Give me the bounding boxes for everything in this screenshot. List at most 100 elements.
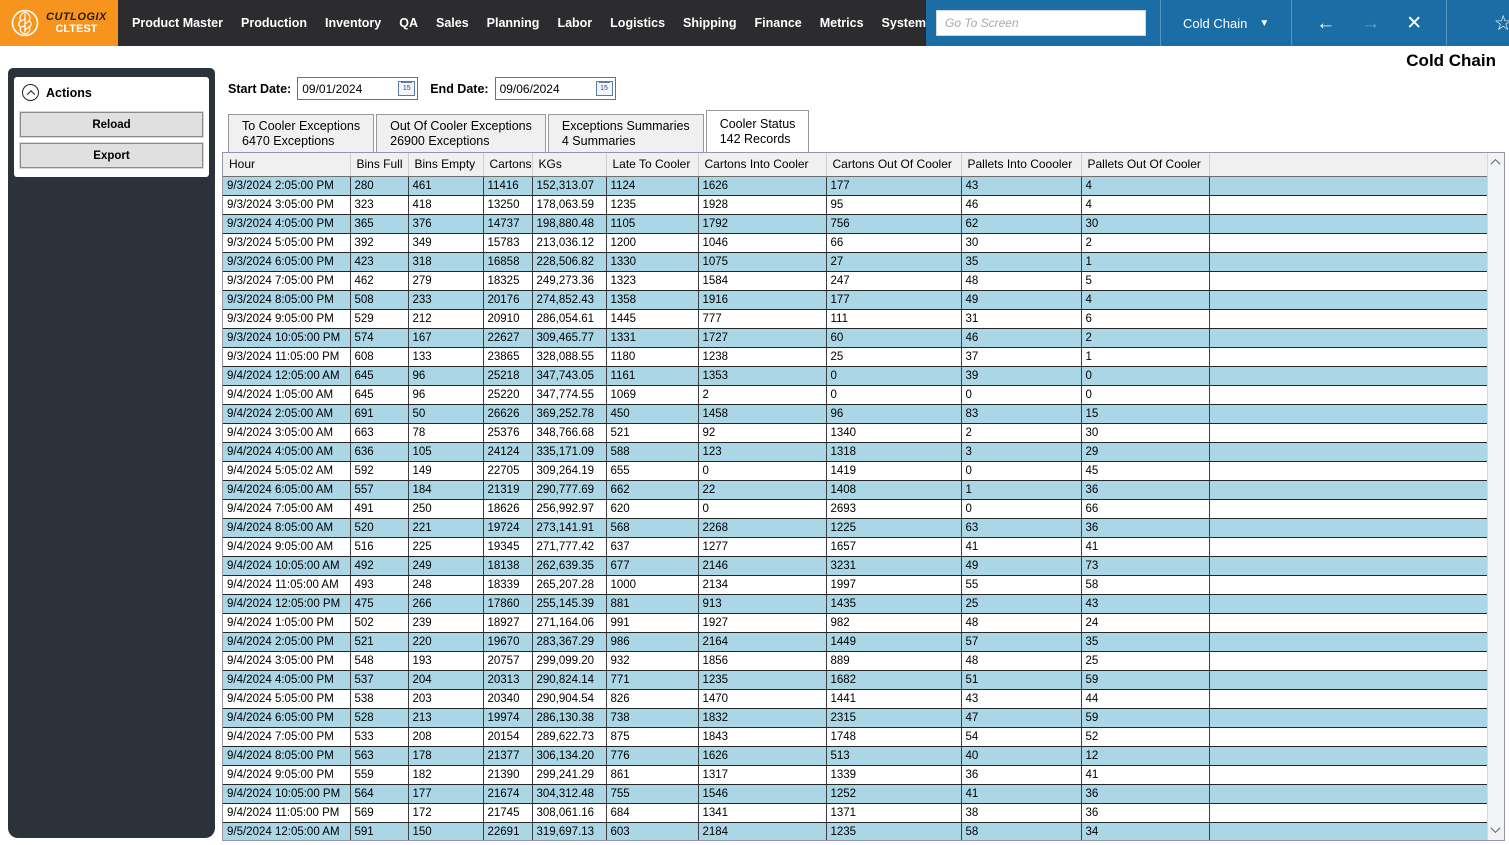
table-row[interactable]: 9/4/2024 12:05:00 PM47526617860255,145.3… [223, 594, 1487, 613]
table-cell: 1928 [698, 195, 826, 214]
table-row[interactable]: 9/3/2024 9:05:00 PM52921220910286,054.61… [223, 309, 1487, 328]
column-header-kgs[interactable]: KGs [532, 153, 606, 176]
table-row[interactable]: 9/4/2024 11:05:00 PM56917221745308,061.1… [223, 803, 1487, 822]
table-row[interactable]: 9/4/2024 2:05:00 AM6915026626369,252.784… [223, 404, 1487, 423]
back-arrow-icon[interactable]: ← [1316, 14, 1335, 33]
table-row[interactable]: 9/4/2024 11:05:00 AM49324818339265,207.2… [223, 575, 1487, 594]
table-row[interactable]: 9/4/2024 7:05:00 PM53320820154289,622.73… [223, 727, 1487, 746]
table-cell: 1 [961, 480, 1081, 499]
table-cell: 991 [606, 613, 698, 632]
tab-exceptions-summaries[interactable]: Exceptions Summaries4 Summaries [548, 114, 704, 152]
column-header-pallets-into-coooler[interactable]: Pallets Into Coooler [961, 153, 1081, 176]
table-row[interactable]: 9/4/2024 10:05:00 AM49224918138262,639.3… [223, 556, 1487, 575]
nav-item-sales[interactable]: Sales [436, 16, 469, 30]
table-row[interactable]: 9/4/2024 1:05:00 PM50223918927271,164.06… [223, 613, 1487, 632]
tab-count: 142 Records [720, 132, 796, 147]
table-cell-filler [1209, 727, 1487, 746]
column-header-pallets-out-of-cooler[interactable]: Pallets Out Of Cooler [1081, 153, 1209, 176]
column-header-late-to-cooler[interactable]: Late To Cooler [606, 153, 698, 176]
goto-screen-input[interactable] [936, 10, 1146, 36]
table-row[interactable]: 9/4/2024 6:05:00 AM55718421319290,777.69… [223, 480, 1487, 499]
tab-to-cooler-exceptions[interactable]: To Cooler Exceptions6470 Exceptions [228, 114, 374, 152]
column-header-cartons-out-of-cooler[interactable]: Cartons Out Of Cooler [826, 153, 961, 176]
table-row[interactable]: 9/3/2024 3:05:00 PM32341813250178,063.59… [223, 195, 1487, 214]
table-row[interactable]: 9/4/2024 4:05:00 PM53720420313290,824.14… [223, 670, 1487, 689]
table-cell: 13250 [483, 195, 532, 214]
column-header-cartons-into-cooler[interactable]: Cartons Into Cooler [698, 153, 826, 176]
table-row[interactable]: 9/3/2024 4:05:00 PM36537614737198,880.48… [223, 214, 1487, 233]
nav-item-qa[interactable]: QA [399, 16, 418, 30]
column-header-hour[interactable]: Hour [223, 153, 350, 176]
table-row[interactable]: 9/4/2024 5:05:02 AM59214922705309,264.19… [223, 461, 1487, 480]
nav-item-planning[interactable]: Planning [487, 16, 540, 30]
table-cell: 25376 [483, 423, 532, 442]
app-logo[interactable]: CUTLOGIX CLTEST [0, 0, 118, 46]
table-row[interactable]: 9/4/2024 4:05:00 AM63610524124335,171.09… [223, 442, 1487, 461]
nav-item-production[interactable]: Production [241, 16, 307, 30]
table-row[interactable]: 9/3/2024 5:05:00 PM39234915783213,036.12… [223, 233, 1487, 252]
forward-arrow-icon[interactable]: → [1361, 14, 1380, 33]
table-row[interactable]: 9/4/2024 3:05:00 PM54819320757299,099.20… [223, 651, 1487, 670]
nav-item-labor[interactable]: Labor [557, 16, 592, 30]
nav-item-shipping[interactable]: Shipping [683, 16, 736, 30]
tab-cooler-status[interactable]: Cooler Status142 Records [706, 110, 810, 152]
start-date-input[interactable] [298, 82, 398, 96]
table-row[interactable]: 9/3/2024 10:05:00 PM57416722627309,465.7… [223, 328, 1487, 347]
nav-item-finance[interactable]: Finance [755, 16, 802, 30]
column-header-bins-empty[interactable]: Bins Empty [408, 153, 483, 176]
table-row[interactable]: 9/4/2024 8:05:00 AM52022119724273,141.91… [223, 518, 1487, 537]
table-row[interactable]: 9/5/2024 12:05:00 AM59115022691319,697.1… [223, 822, 1487, 840]
table-cell: 392 [350, 233, 408, 252]
table-row[interactable]: 9/4/2024 2:05:00 PM52122019670283,367.29… [223, 632, 1487, 651]
vertical-scrollbar[interactable] [1487, 153, 1504, 840]
table-row[interactable]: 9/4/2024 3:05:00 AM6637825376348,766.685… [223, 423, 1487, 442]
nav-item-product-master[interactable]: Product Master [132, 16, 223, 30]
table-cell: 2 [1081, 233, 1209, 252]
calendar-icon[interactable]: 15 [398, 81, 415, 96]
table-row[interactable]: 9/3/2024 6:05:00 PM42331816858228,506.82… [223, 252, 1487, 271]
scroll-up-icon[interactable] [1492, 159, 1500, 167]
table-row[interactable]: 9/4/2024 7:05:00 AM49125018626256,992.97… [223, 499, 1487, 518]
table-row[interactable]: 9/3/2024 11:05:00 PM60813323865328,088.5… [223, 347, 1487, 366]
table-cell: 826 [606, 689, 698, 708]
table-cell: 18138 [483, 556, 532, 575]
table-cell: 46 [961, 195, 1081, 214]
nav-item-logistics[interactable]: Logistics [610, 16, 665, 30]
favorite-star-icon[interactable]: ☆ [1494, 11, 1509, 36]
export-button[interactable]: Export [20, 143, 203, 168]
top-bar: CUTLOGIX CLTEST Product Master Production… [0, 0, 1509, 46]
table-row[interactable]: 9/3/2024 7:05:00 PM46227918325249,273.36… [223, 271, 1487, 290]
table-cell-filler [1209, 575, 1487, 594]
tab-out-of-cooler-exceptions[interactable]: Out Of Cooler Exceptions26900 Exceptions [376, 114, 546, 152]
table-row[interactable]: 9/4/2024 5:05:00 PM53820320340290,904.54… [223, 689, 1487, 708]
end-date-input[interactable] [496, 82, 596, 96]
scroll-down-icon[interactable] [1492, 826, 1500, 834]
table-row[interactable]: 9/3/2024 8:05:00 PM50823320176274,852.43… [223, 290, 1487, 309]
table-row[interactable]: 9/4/2024 12:05:00 AM6459625218347,743.05… [223, 366, 1487, 385]
table-cell: 461 [408, 176, 483, 195]
table-cell: 58 [1081, 575, 1209, 594]
column-header-cartons[interactable]: Cartons [483, 153, 532, 176]
screen-dropdown[interactable]: Cold Chain ▼ [1161, 0, 1291, 46]
table-cell: 95 [826, 195, 961, 214]
table-row[interactable]: 9/4/2024 9:05:00 AM51622519345271,777.42… [223, 537, 1487, 556]
table-row[interactable]: 9/4/2024 10:05:00 PM56417721674304,312.4… [223, 784, 1487, 803]
calendar-icon[interactable]: 15 [596, 81, 613, 96]
table-cell: 20313 [483, 670, 532, 689]
table-cell: 450 [606, 404, 698, 423]
table-cell: 423 [350, 252, 408, 271]
table-cell: 0 [961, 499, 1081, 518]
table-row[interactable]: 9/4/2024 6:05:00 PM52821319974286,130.38… [223, 708, 1487, 727]
column-header-bins-full[interactable]: Bins Full [350, 153, 408, 176]
table-row[interactable]: 9/3/2024 2:05:00 PM28046111416152,313.07… [223, 176, 1487, 195]
reload-button[interactable]: Reload [20, 112, 203, 137]
nav-item-metrics[interactable]: Metrics [820, 16, 864, 30]
table-row[interactable]: 9/4/2024 8:05:00 PM56317821377306,134.20… [223, 746, 1487, 765]
table-row[interactable]: 9/4/2024 9:05:00 PM55918221390299,241.29… [223, 765, 1487, 784]
close-icon[interactable]: ✕ [1406, 14, 1422, 33]
collapse-panel-icon[interactable] [22, 84, 39, 101]
main-nav: Product Master Production Inventory QA Sales… [118, 0, 926, 46]
nav-item-system[interactable]: System [882, 16, 926, 30]
nav-item-inventory[interactable]: Inventory [325, 16, 381, 30]
table-row[interactable]: 9/4/2024 1:05:00 AM6459625220347,774.551… [223, 385, 1487, 404]
